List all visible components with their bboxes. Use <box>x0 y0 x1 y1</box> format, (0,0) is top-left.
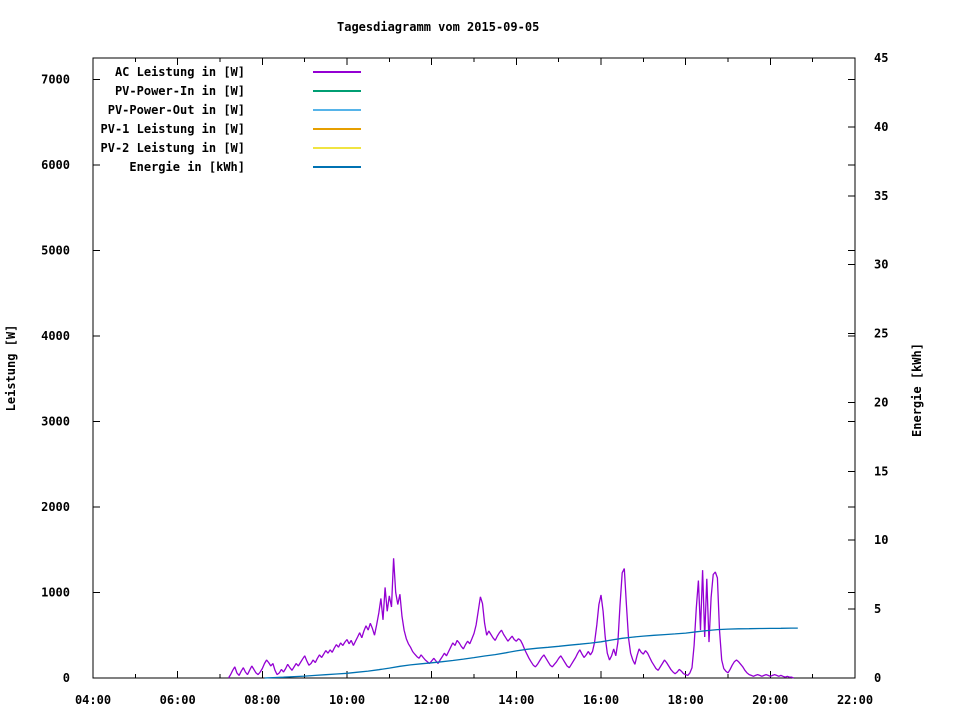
plot-border <box>92 57 856 679</box>
y-tick-label: 5000 <box>41 243 70 257</box>
x-tick-label: 06:00 <box>160 693 196 707</box>
x-tick-label: 08:00 <box>244 693 280 707</box>
y-tick-label: 4000 <box>41 329 70 343</box>
y2-tick-label: 0 <box>874 671 881 685</box>
y2-tick-label: 35 <box>874 189 888 203</box>
y-tick-label: 2000 <box>41 500 70 514</box>
plot-area: 04:00 06:00 08:00 10:00 12:00 14:00 16:00 18:00… <box>4 51 924 707</box>
y2-tick-label: 30 <box>874 258 888 272</box>
y2-tick-label: 45 <box>874 51 888 65</box>
y2-tick-label: 10 <box>874 533 888 547</box>
y2-tick-label: 20 <box>874 395 888 409</box>
x-tick-label: 04:00 <box>75 693 111 707</box>
series-line-energie-in-kwh- <box>264 627 798 679</box>
x-tick-label: 18:00 <box>668 693 704 707</box>
y2-tick-label: 5 <box>874 602 881 616</box>
y-tick-label: 7000 <box>41 72 70 86</box>
x-tick-label: 20:00 <box>752 693 788 707</box>
x-tick-label: 22:00 <box>837 693 873 707</box>
x-tick-label: 14:00 <box>498 693 534 707</box>
series-line-ac-leistung-in-w- <box>227 558 794 679</box>
y-tick-label: 3000 <box>41 414 70 428</box>
y2-tick-label: 15 <box>874 464 888 478</box>
y-tick-label: 6000 <box>41 158 70 172</box>
x-tick-label: 10:00 <box>329 693 365 707</box>
y2-tick-label: 40 <box>874 120 888 134</box>
x-tick-label: 16:00 <box>583 693 619 707</box>
y2-tick-label: 25 <box>874 327 888 341</box>
chart-canvas: Tagesdiagramm vom 2015-09-05 AC Leistung… <box>0 0 960 720</box>
y-tick-label: 0 <box>63 671 70 685</box>
x-tick-label: 12:00 <box>414 693 450 707</box>
y-tick-label: 1000 <box>41 585 70 599</box>
y-axis-title: Leistung [W] <box>4 325 18 412</box>
y2-axis-title: Energie [kWh] <box>910 343 924 437</box>
